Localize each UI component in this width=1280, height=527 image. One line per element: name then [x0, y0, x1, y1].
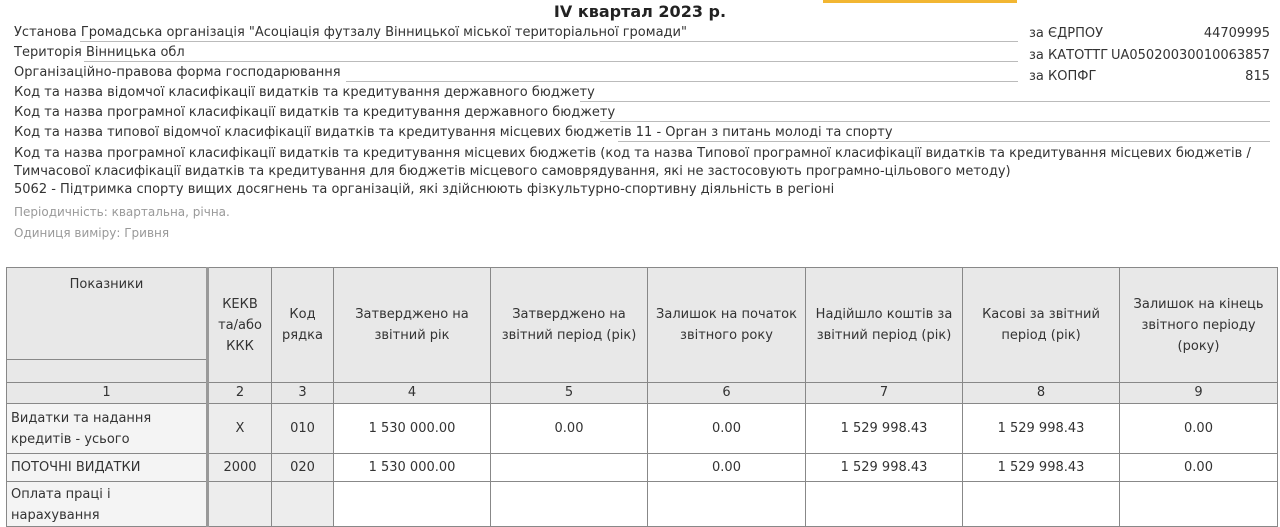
col-number: 8 — [962, 382, 1120, 404]
row-name: ПОТОЧНІ ВИДАТКИ — [6, 453, 208, 482]
territory-value: Вінницька обл — [86, 45, 185, 60]
header-balance-end: Залишок на кінець звітного періоду (року… — [1119, 267, 1278, 383]
cell-cash — [962, 481, 1120, 527]
row-code: 020 — [271, 453, 334, 482]
col-number: 5 — [490, 382, 648, 404]
program-class-label: Код та назва програмної класифікації вид… — [14, 105, 616, 120]
unit: Одиниця виміру: Гривня — [14, 226, 170, 240]
cell-balance-end — [1119, 481, 1278, 527]
cell-cash: 1 529 998.43 — [962, 403, 1120, 454]
edrpou-label: за ЄДРПОУ — [1029, 26, 1104, 41]
col-number: 3 — [271, 382, 334, 404]
territory-row: Територія Вінницька обл — [14, 44, 185, 62]
row-kekv — [206, 481, 272, 527]
row-code: 010 — [271, 403, 334, 454]
program-class-row: Код та назва програмної класифікації вид… — [14, 104, 615, 122]
cell-approved-year: 1 530 000.00 — [333, 403, 491, 454]
institution-label: Установа — [14, 25, 77, 40]
col-number: 9 — [1119, 382, 1278, 404]
table-row: Оплата праці і нарахування — [6, 481, 1278, 527]
territory-underline — [84, 61, 1018, 62]
header-approved-year: Затверджено на звітний рік — [333, 267, 491, 383]
header-indicators: Показники — [6, 267, 208, 360]
col-number: 1 — [6, 382, 208, 404]
cell-approved-period — [490, 481, 648, 527]
cell-approved-year: 1 530 000.00 — [333, 453, 491, 482]
typical-dept-underline — [618, 141, 1270, 142]
cell-approved-period — [490, 453, 648, 482]
dept-class-row: Код та назва відомчої класифікації видат… — [14, 84, 595, 102]
dept-class-underline — [580, 101, 1270, 102]
cell-balance-start — [647, 481, 806, 527]
cell-received: 1 529 998.43 — [805, 453, 963, 482]
program-class-underline — [600, 121, 1270, 122]
legal-form-underline — [346, 81, 1018, 82]
col-number: 6 — [647, 382, 806, 404]
institution-row: Установа Громадська організація "Асоціац… — [14, 24, 687, 42]
cell-balance-start: 0.00 — [647, 453, 806, 482]
row-name: Видатки та надання кредитів - усього — [6, 403, 208, 454]
kopfg-value: 815 — [1245, 69, 1270, 84]
header-received: Надійшло коштів за звітний період (рік) — [805, 267, 963, 383]
col-number: 2 — [206, 382, 272, 404]
header-kekv: КЕКВ та/або ККК — [206, 267, 272, 383]
row-name: Оплата праці і нарахування — [6, 481, 208, 527]
local-program-line1: Код та назва програмної класифікації вид… — [14, 146, 1251, 161]
legal-form-row: Організаційно-правова форма господарюван… — [14, 64, 341, 82]
col-number: 4 — [333, 382, 491, 404]
report-table: Показники КЕКВ та/або ККК Код рядка Затв… — [6, 267, 1278, 527]
cell-balance-end: 0.00 — [1119, 403, 1278, 454]
periodicity: Періодичність: квартальна, річна. — [14, 205, 230, 219]
katottg-label: за КАТОТТГ — [1029, 48, 1109, 63]
local-program-value: 5062 - Підтримка спорту вищих досягнень … — [14, 182, 835, 197]
row-kekv: X — [206, 403, 272, 454]
cell-received — [805, 481, 963, 527]
header-balance-start: Залишок на початок звітного року — [647, 267, 806, 383]
edrpou-value: 44709995 — [1203, 26, 1270, 41]
period-title: IV квартал 2023 р. — [553, 2, 727, 21]
cell-balance-start: 0.00 — [647, 403, 806, 454]
row-code — [271, 481, 334, 527]
kopfg-label: за КОПФГ — [1029, 69, 1097, 84]
header-approved-period: Затверджено на звітний період (рік) — [490, 267, 648, 383]
typical-dept-label: Код та назва типової відомчої класифікац… — [14, 125, 632, 140]
cell-cash: 1 529 998.43 — [962, 453, 1120, 482]
cell-received: 1 529 998.43 — [805, 403, 963, 454]
typical-dept-value: 11 - Орган з питань молоді та спорту — [635, 125, 893, 140]
header-spacer — [6, 359, 208, 383]
col-number: 7 — [805, 382, 963, 404]
cell-approved-period: 0.00 — [490, 403, 648, 454]
institution-underline — [80, 41, 1018, 42]
institution-value: Громадська організація "Асоціація футзал… — [80, 25, 687, 40]
table-row: Видатки та надання кредитів - усього X 0… — [6, 403, 1278, 454]
territory-label: Територія — [14, 45, 82, 60]
dept-class-label: Код та назва відомчої класифікації видат… — [14, 85, 595, 100]
table-row: ПОТОЧНІ ВИДАТКИ 2000 020 1 530 000.00 0.… — [6, 453, 1278, 482]
legal-form-label: Організаційно-правова форма господарюван… — [14, 65, 341, 80]
typical-dept-row: Код та назва типової відомчої класифікац… — [14, 124, 893, 142]
row-kekv: 2000 — [206, 453, 272, 482]
header-cash: Касові за звітний період (рік) — [962, 267, 1120, 383]
cell-approved-year — [333, 481, 491, 527]
local-program-line2: Тимчасової класифікації видатків та кред… — [14, 164, 1011, 179]
header-row-code: Код рядка — [271, 267, 334, 383]
cell-balance-end: 0.00 — [1119, 453, 1278, 482]
katottg-value: UA05020030010063857 — [1110, 48, 1270, 63]
